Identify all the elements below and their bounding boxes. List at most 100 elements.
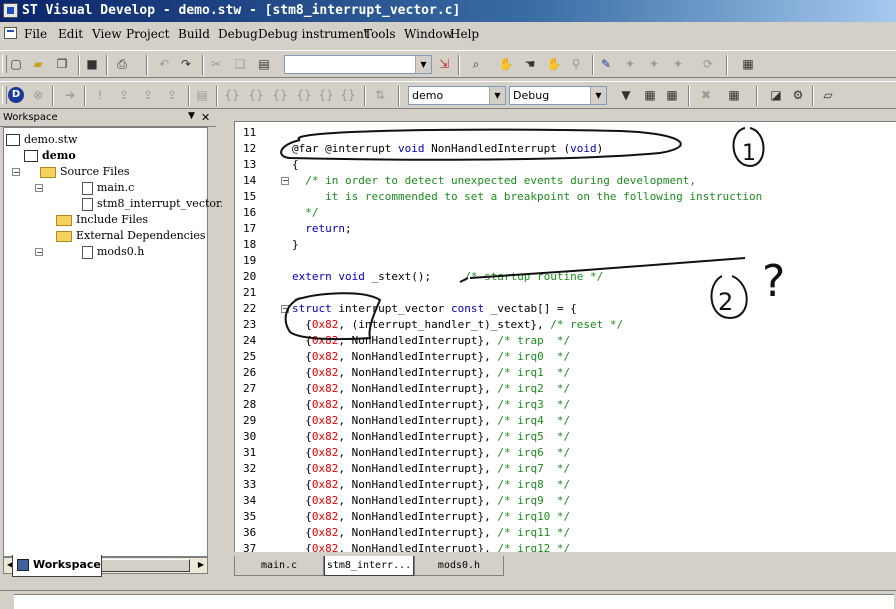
code-line[interactable]: 27 {0x82, NonHandledInterrupt}, /* irq2 … <box>235 381 896 397</box>
tree-item-workspace[interactable]: demo.stw <box>6 132 77 148</box>
binoculars-icon[interactable]: ⌕ <box>468 56 484 72</box>
tree-item-stm8-interrupt-vector[interactable]: stm8_interrupt_vector.c <box>82 196 230 212</box>
reset-icon[interactable]: ⇅ <box>372 87 388 103</box>
hand-icon[interactable]: ✋ <box>498 56 514 72</box>
code-line[interactable]: 11 <box>235 125 896 141</box>
config-combo[interactable]: Debug ▼ <box>509 86 607 105</box>
code-line[interactable]: 15 it is recommended to set a breakpoint… <box>235 189 896 205</box>
collapse-icon[interactable]: − <box>35 184 43 193</box>
collapse-icon[interactable]: − <box>35 248 43 257</box>
fold-toggle-icon[interactable]: − <box>281 305 289 313</box>
code-line[interactable]: 17 return; <box>235 221 896 237</box>
chevron-down-icon[interactable]: ▼ <box>590 87 606 104</box>
code-line[interactable]: 21 <box>235 285 896 301</box>
build-icon[interactable]: ▦ <box>642 87 658 103</box>
menu-window[interactable]: Window <box>404 27 453 41</box>
menu-view[interactable]: View <box>92 27 122 41</box>
cut-icon[interactable]: ✂ <box>208 56 224 72</box>
exclamation-icon[interactable]: ! <box>92 87 108 103</box>
scroll-right-icon[interactable]: ▶ <box>198 560 204 569</box>
step-into-icon[interactable]: {} <box>224 87 240 103</box>
menu-file[interactable]: File <box>24 27 47 41</box>
close-icon[interactable]: ✕ <box>201 111 210 124</box>
stop-icon[interactable]: ⊗ <box>30 87 46 103</box>
tab-workspace[interactable]: Workspace <box>12 555 102 577</box>
code-line[interactable]: 26 {0x82, NonHandledInterrupt}, /* irq1 … <box>235 365 896 381</box>
tree-item-include-files[interactable]: Include Files <box>56 212 148 228</box>
paste-icon[interactable]: ▤ <box>256 56 272 72</box>
code-line[interactable]: 12 @far @interrupt void NonHandledInterru… <box>235 141 896 157</box>
rebuild-icon[interactable]: ▦ <box>664 87 680 103</box>
new-window-icon[interactable]: ❐ <box>54 56 70 72</box>
step-icon[interactable]: ⇪ <box>164 87 180 103</box>
tool-icon[interactable]: ✦ <box>646 56 662 72</box>
fold-toggle-icon[interactable]: − <box>281 177 289 185</box>
code-line[interactable]: 34 {0x82, NonHandledInterrupt}, /* irq9 … <box>235 493 896 509</box>
step-icon[interactable]: {} <box>340 87 356 103</box>
tree-item-mods0-h[interactable]: mods0.h <box>82 244 144 260</box>
step-icon[interactable]: {} <box>318 87 334 103</box>
step-icon[interactable]: ⇪ <box>116 87 132 103</box>
menu-edit[interactable]: Edit <box>58 27 83 41</box>
clear-bookmarks-icon[interactable]: ✋ <box>546 56 562 72</box>
menu-help[interactable]: Help <box>450 27 479 41</box>
tab-mods0-h[interactable]: mods0.h <box>414 556 504 576</box>
toolbar-grip[interactable] <box>2 55 7 73</box>
undo-icon[interactable]: ↶ <box>156 56 172 72</box>
code-line[interactable]: 32 {0x82, NonHandledInterrupt}, /* irq7 … <box>235 461 896 477</box>
windows-icon[interactable]: ▦ <box>740 56 756 72</box>
tree-item-external-dependencies[interactable]: External Dependencies <box>56 228 206 244</box>
compile-icon[interactable]: ▼ <box>618 87 634 103</box>
copy-icon[interactable]: ❏ <box>232 56 248 72</box>
code-editor[interactable]: 11 12 @far @interrupt void NonHandledInter… <box>234 121 896 552</box>
program-icon[interactable]: ▦ <box>726 87 742 103</box>
tab-stm8-interrupt-vector[interactable]: stm8_interr... <box>324 556 414 576</box>
bookmark-hand-icon[interactable]: ☚ <box>522 56 538 72</box>
find-in-files-icon[interactable]: ⇲ <box>436 56 452 72</box>
step-over-icon[interactable]: {} <box>248 87 264 103</box>
run-arrow-icon[interactable]: ➔ <box>62 87 78 103</box>
code-line[interactable]: 35 {0x82, NonHandledInterrupt}, /* irq10… <box>235 509 896 525</box>
project-combo[interactable]: demo ▼ <box>408 86 506 105</box>
chevron-down-icon[interactable]: ▼ <box>415 56 431 73</box>
menu-build[interactable]: Build <box>178 27 210 41</box>
next-bookmark-icon[interactable]: ⚲ <box>568 56 584 72</box>
run-to-cursor-icon[interactable]: {} <box>296 87 312 103</box>
code-line[interactable]: 18} <box>235 237 896 253</box>
tree-item-project[interactable]: demo <box>24 148 76 164</box>
new-file-icon[interactable]: ▢ <box>8 56 24 72</box>
code-line[interactable]: 31 {0x82, NonHandledInterrupt}, /* irq6 … <box>235 445 896 461</box>
code-line[interactable]: 16 */ <box>235 205 896 221</box>
save-icon[interactable]: ■ <box>84 56 100 72</box>
stop-build-icon[interactable]: ✖ <box>698 87 714 103</box>
step-icon[interactable]: ⇪ <box>140 87 156 103</box>
tree-item-source-files[interactable]: Source Files <box>40 164 130 180</box>
menu-tools[interactable]: Tools <box>364 27 396 41</box>
tool-icon[interactable]: ✦ <box>622 56 638 72</box>
marker-icon[interactable]: ✎ <box>598 56 614 72</box>
code-line[interactable]: 24 {0x82, NonHandledInterrupt}, /* trap … <box>235 333 896 349</box>
chevron-down-icon[interactable]: ▼ <box>188 111 195 121</box>
tree-item-main-c[interactable]: main.c <box>82 180 134 196</box>
document-system-icon[interactable] <box>4 27 17 39</box>
redo-icon[interactable]: ↷ <box>178 56 194 72</box>
code-line[interactable]: 33 {0x82, NonHandledInterrupt}, /* irq8 … <box>235 477 896 493</box>
open-folder-icon[interactable]: ▰ <box>30 56 46 72</box>
menu-debug[interactable]: Debug <box>218 27 258 41</box>
tool-icon[interactable]: ✦ <box>670 56 686 72</box>
code-line[interactable]: 23 {0x82, (interrupt_handler_t)_stext}, … <box>235 317 896 333</box>
tab-main-c[interactable]: main.c <box>234 556 324 576</box>
code-line[interactable]: 13 { <box>235 157 896 173</box>
code-line[interactable]: 22 struct interrupt_vector const _vectab[… <box>235 301 896 317</box>
code-line[interactable]: 14 /* in order to detect unexpected even… <box>235 173 896 189</box>
code-line[interactable]: 25 {0x82, NonHandledInterrupt}, /* irq0 … <box>235 349 896 365</box>
code-line[interactable]: 36 {0x82, NonHandledInterrupt}, /* irq11… <box>235 525 896 541</box>
menu-debug-instrument[interactable]: Debug instrument <box>258 27 369 41</box>
code-line[interactable]: 29 {0x82, NonHandledInterrupt}, /* irq4 … <box>235 413 896 429</box>
code-line[interactable]: 30 {0x82, NonHandledInterrupt}, /* irq5 … <box>235 429 896 445</box>
code-line[interactable]: 19 <box>235 253 896 269</box>
find-combo[interactable]: ▼ <box>284 55 432 74</box>
code-line[interactable]: 28 {0x82, NonHandledInterrupt}, /* irq3 … <box>235 397 896 413</box>
step-out-icon[interactable]: {} <box>272 87 288 103</box>
collapse-icon[interactable]: − <box>12 168 20 177</box>
